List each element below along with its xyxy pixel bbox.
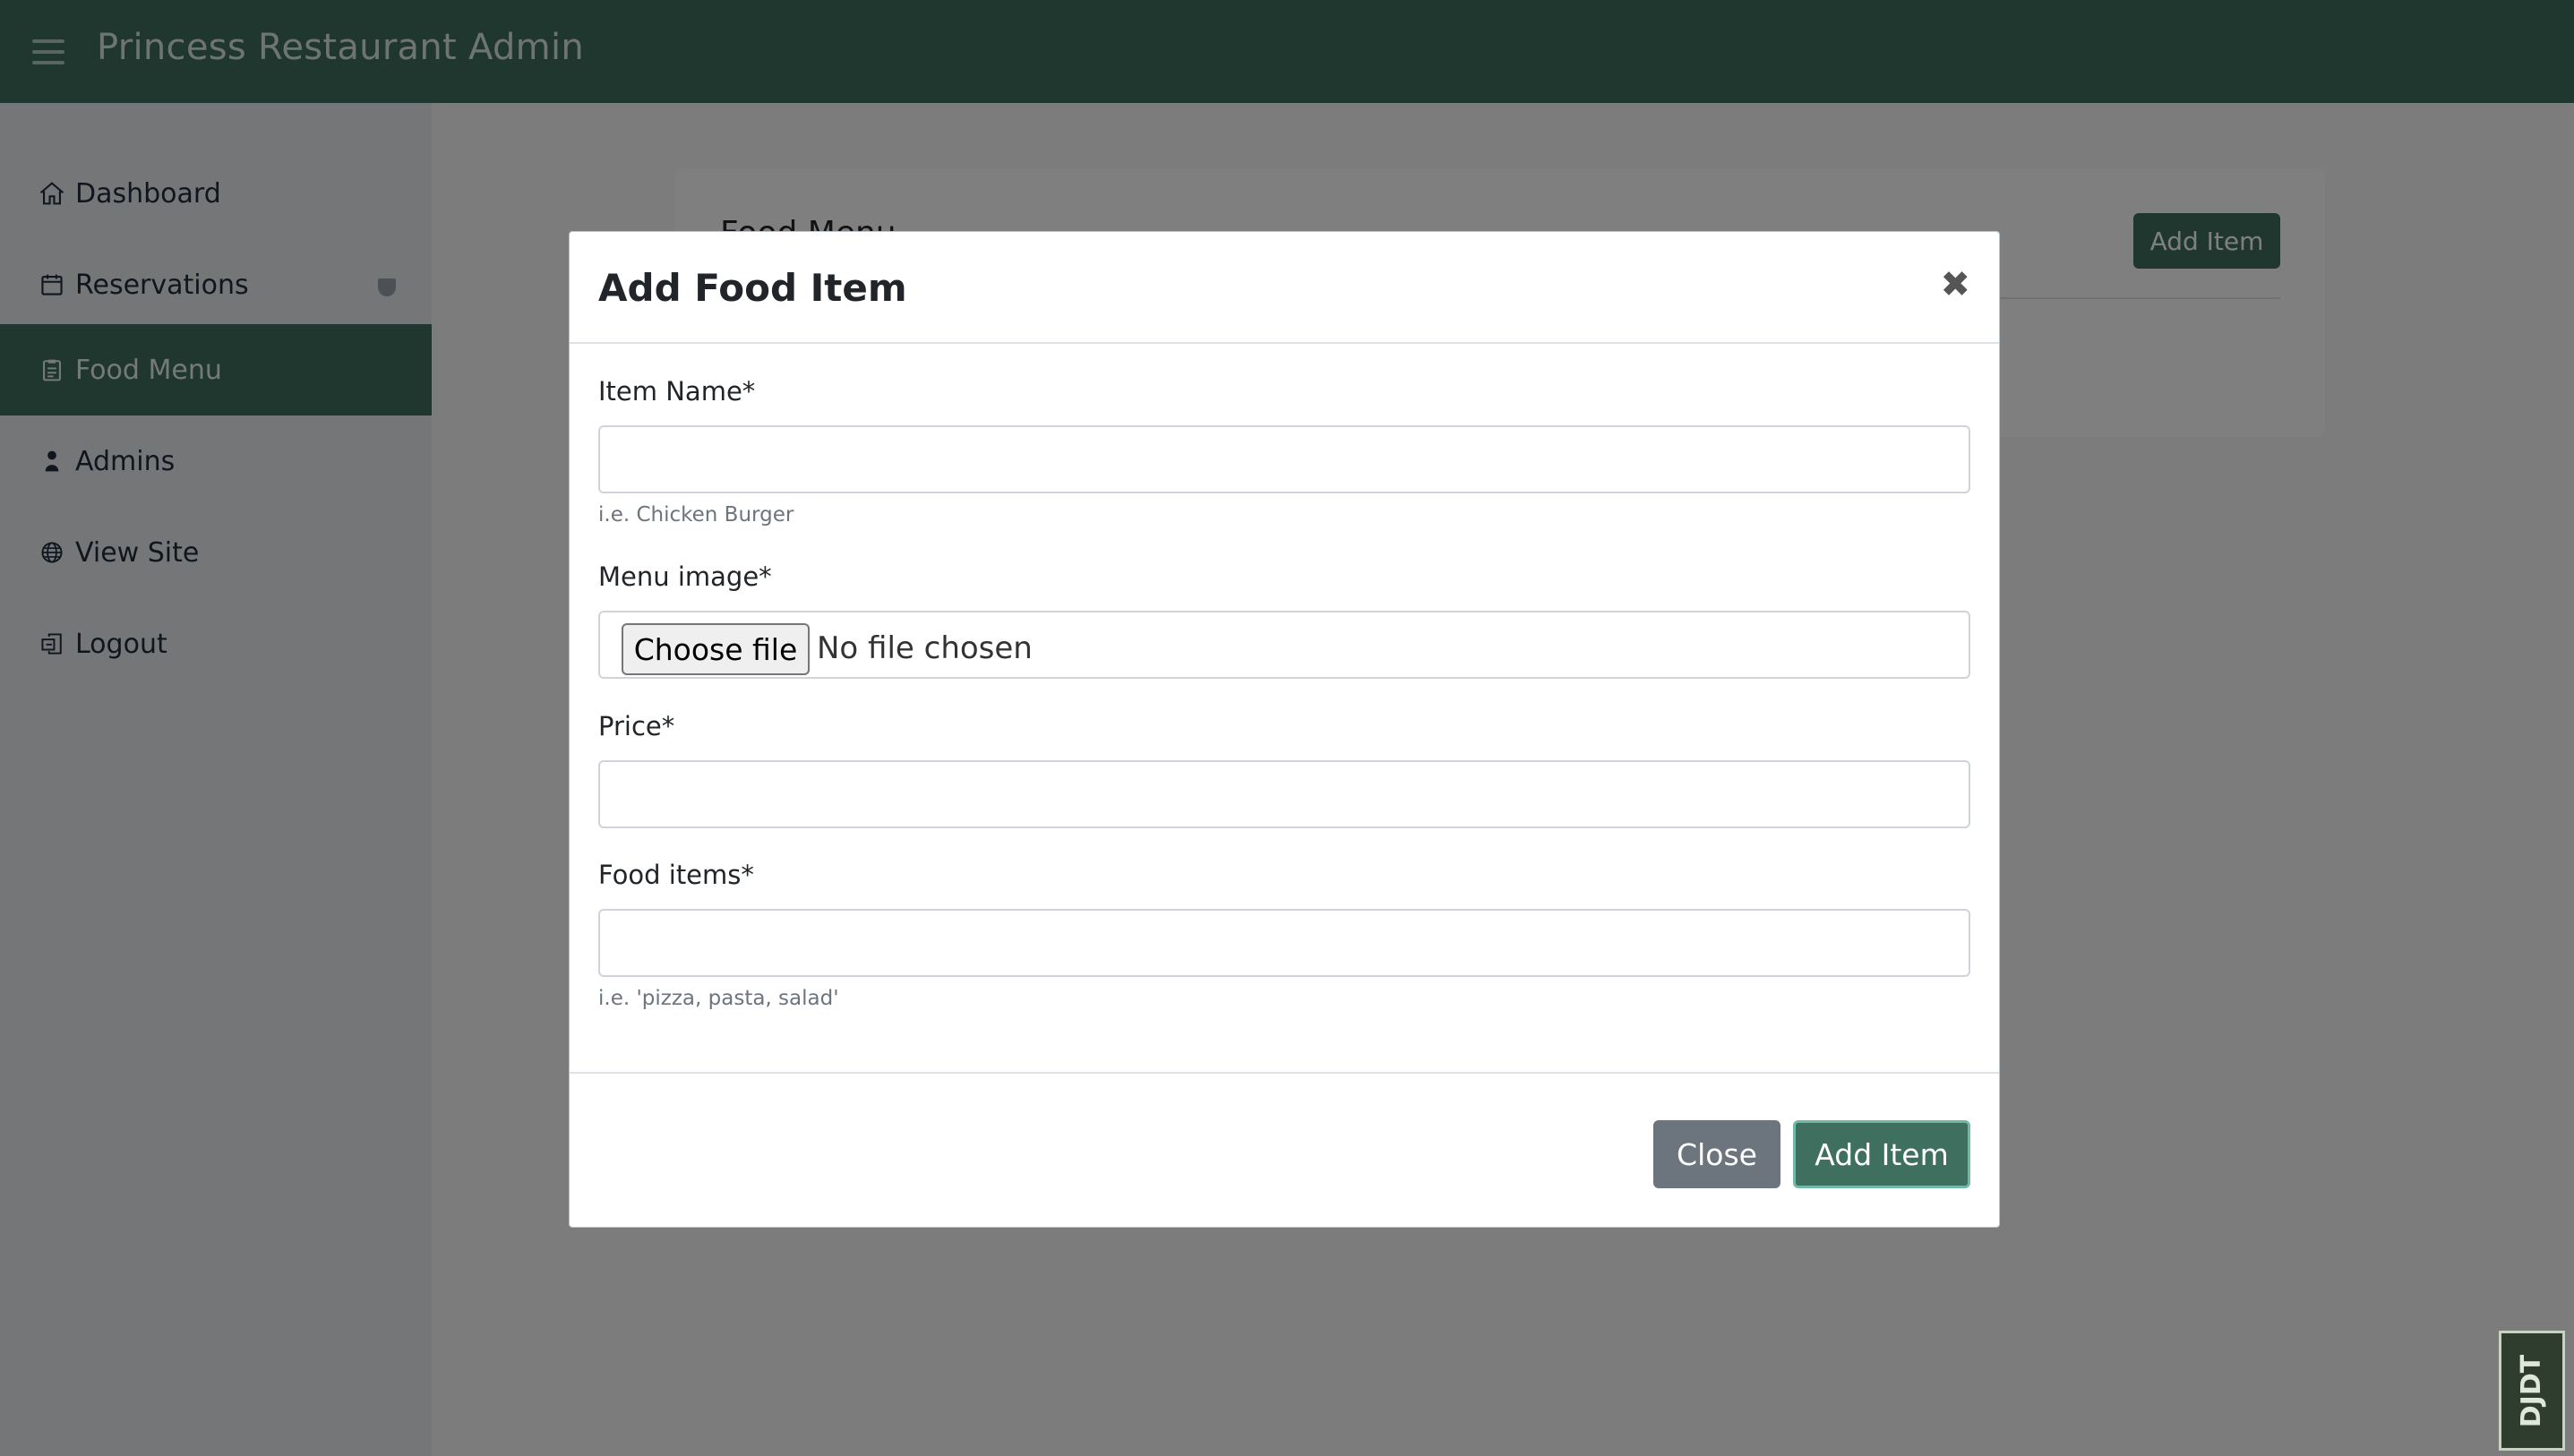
debug-toolbar-label: DJDT bbox=[2516, 1354, 2548, 1427]
price-input[interactable] bbox=[598, 760, 1970, 828]
file-status: No file chosen bbox=[817, 630, 1033, 666]
modal-header: Add Food Item ✖ bbox=[570, 232, 1999, 344]
item-name-input[interactable] bbox=[598, 425, 1970, 493]
choose-file-button[interactable]: Choose file bbox=[622, 623, 810, 675]
food-items-input[interactable] bbox=[598, 909, 1970, 977]
item-name-help: i.e. Chicken Burger bbox=[598, 503, 794, 527]
food-items-help: i.e. 'pizza, pasta, salad' bbox=[598, 987, 839, 1010]
price-label: Price* bbox=[598, 711, 675, 741]
menu-image-file-input[interactable]: Choose file No file chosen bbox=[598, 611, 1970, 679]
close-button[interactable]: Close bbox=[1653, 1120, 1780, 1188]
item-name-label: Item Name* bbox=[598, 376, 756, 407]
debug-toolbar-handle[interactable]: DJDT bbox=[2499, 1331, 2565, 1451]
menu-image-label: Menu image* bbox=[598, 561, 772, 592]
modal-title: Add Food Item bbox=[598, 266, 907, 310]
close-icon[interactable]: ✖ bbox=[1940, 264, 1970, 305]
add-item-submit-button[interactable]: Add Item bbox=[1793, 1120, 1970, 1188]
food-items-label: Food items* bbox=[598, 860, 754, 890]
modal-footer bbox=[570, 1072, 1999, 1229]
add-food-item-modal: Add Food Item ✖ Item Name* i.e. Chicken … bbox=[569, 231, 2000, 1228]
